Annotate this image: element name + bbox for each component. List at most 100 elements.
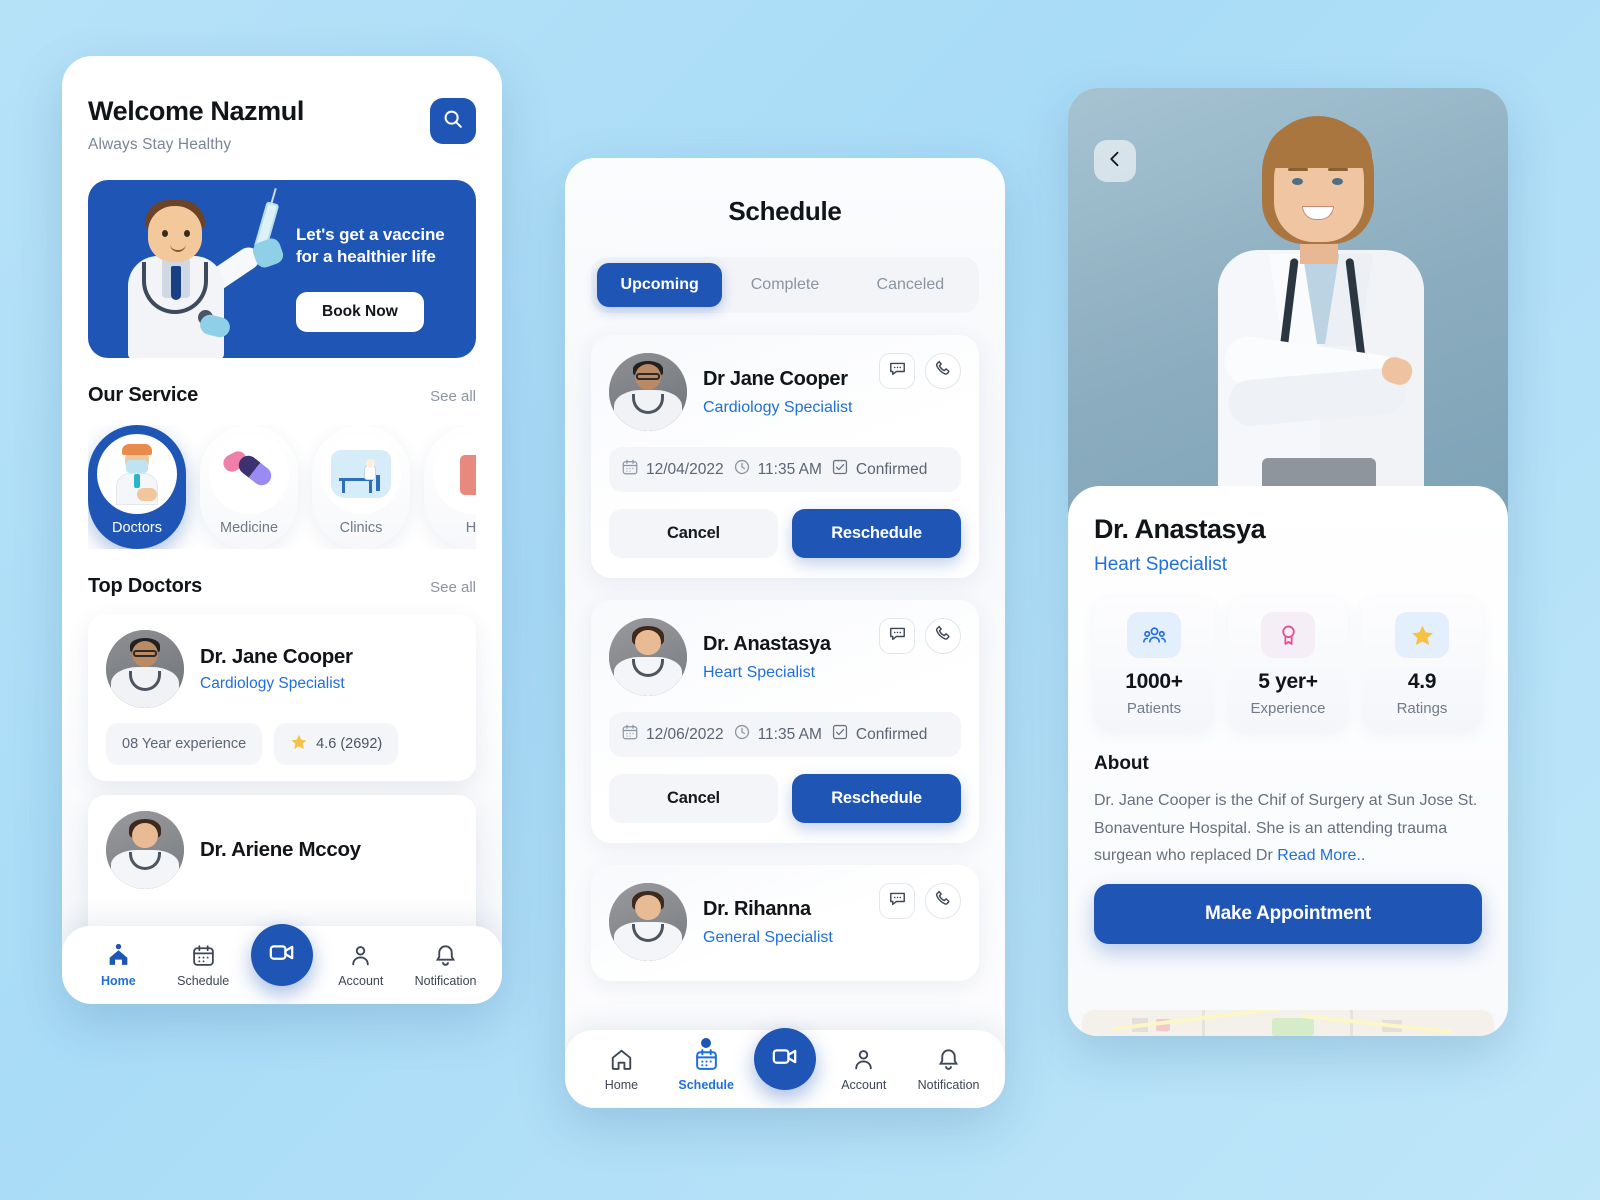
nav-item-notification[interactable]: Notification	[912, 1047, 986, 1092]
bottom-navigation[interactable]: Home Schedule Account Notification	[565, 1028, 1005, 1108]
clock-icon	[733, 723, 751, 746]
appointment-card[interactable]: Dr Jane Cooper Cardiology Specialist 12/…	[591, 335, 979, 578]
home-icon	[106, 943, 131, 969]
phone-icon	[934, 889, 953, 913]
nav-label: Schedule	[177, 973, 230, 988]
doctor-name: Dr. Anastasya	[703, 632, 831, 655]
tab-complete[interactable]: Complete	[722, 263, 847, 307]
schedule-tabs[interactable]: Upcoming Complete Canceled	[591, 257, 979, 313]
appointment-card[interactable]: Dr. Anastasya Heart Specialist 12/06/202…	[591, 600, 979, 843]
doctor-specialty: General Specialist	[703, 928, 833, 946]
profile-sheet: Dr. Anastasya Heart Specialist 1000+ Pat…	[1068, 486, 1508, 1036]
doctor-profile-screen: Dr. Anastasya Heart Specialist 1000+ Pat…	[1068, 88, 1508, 1036]
service-section-title: Our Service	[88, 384, 199, 406]
pills-icon	[209, 434, 289, 514]
nav-item-schedule[interactable]: Schedule	[166, 943, 240, 988]
page-title: Welcome Nazmul	[88, 96, 304, 126]
date-value: 12/06/2022	[646, 725, 724, 743]
service-see-all-link[interactable]: See all	[430, 388, 476, 405]
service-section-header: Our Service See all	[88, 384, 476, 407]
video-call-button[interactable]	[753, 1028, 816, 1090]
reschedule-button[interactable]: Reschedule	[792, 509, 961, 558]
nav-item-home[interactable]: Home	[81, 943, 155, 988]
call-button[interactable]	[925, 618, 961, 654]
message-button[interactable]	[879, 618, 915, 654]
doctor-name: Dr. Ariene Mccoy	[200, 838, 361, 861]
message-button[interactable]	[879, 353, 915, 389]
banner-text: Let's get a vaccine for a healthier life	[296, 225, 445, 267]
nav-item-account[interactable]: Account	[324, 943, 398, 988]
rating-badge: 4.6 (2692)	[274, 723, 399, 765]
nav-item-schedule[interactable]: Schedule	[669, 1037, 743, 1092]
people-icon	[1127, 612, 1181, 658]
doctor-card[interactable]: Dr. Jane Cooper Cardiology Specialist 08…	[88, 614, 476, 781]
tab-upcoming[interactable]: Upcoming	[597, 263, 723, 307]
tab-canceled[interactable]: Canceled	[848, 263, 973, 307]
service-item-clinics[interactable]: Clinics	[312, 425, 410, 549]
avatar	[106, 811, 184, 889]
vaccine-banner[interactable]: Let's get a vaccine for a healthier life…	[88, 180, 476, 358]
bell-icon	[936, 1047, 961, 1073]
mockup-stage: Welcome Nazmul Always Stay Healthy Let's…	[0, 0, 1600, 1200]
nav-item-home[interactable]: Home	[584, 1047, 658, 1092]
nav-label: Notification	[917, 1077, 980, 1092]
nav-label: Account	[841, 1077, 887, 1092]
doctor-syringe-illustration	[102, 188, 292, 358]
status-badge: Confirmed	[855, 725, 928, 743]
clock-icon	[733, 458, 751, 481]
doctors-section-title: Top Doctors	[88, 575, 203, 597]
nav-label: Schedule	[678, 1077, 734, 1092]
appointment-details: 12/06/2022 11:35 AM Confirmed	[609, 712, 961, 757]
map-preview[interactable]	[1082, 1010, 1494, 1036]
bottom-navigation[interactable]: Home Schedule Account Notification	[62, 924, 502, 1004]
calendar-icon	[191, 943, 216, 969]
call-button[interactable]	[925, 883, 961, 919]
video-call-icon	[268, 939, 295, 971]
star-icon	[290, 733, 308, 755]
stat-value: 5 yer+	[1258, 670, 1318, 693]
appointment-time: 11:35 AM	[733, 458, 822, 481]
doctor-name: Dr Jane Cooper	[703, 367, 848, 390]
doctors-see-all-link[interactable]: See all	[430, 579, 476, 596]
time-value: 11:35 AM	[757, 460, 822, 478]
search-button[interactable]	[430, 98, 476, 144]
service-item-doctors[interactable]: Doctors	[88, 425, 186, 549]
service-item-hospital[interactable]: H.	[424, 425, 476, 549]
hospital-icon	[433, 434, 476, 514]
page-subtitle: Always Stay Healthy	[88, 136, 232, 153]
time-value: 11:35 AM	[757, 725, 822, 743]
search-icon	[442, 108, 464, 135]
doctor-name: Dr. Rihanna	[703, 897, 811, 920]
back-button[interactable]	[1094, 140, 1136, 182]
checkbox-checked-icon	[831, 458, 849, 481]
avatar	[106, 630, 184, 708]
service-label: H.	[465, 520, 476, 536]
service-item-medicine[interactable]: Medicine	[200, 425, 298, 549]
doctor-icon	[97, 434, 177, 514]
nav-item-notification[interactable]: Notification	[409, 943, 483, 988]
female-doctor-illustration	[1166, 108, 1466, 528]
doctor-specialty: Heart Specialist	[703, 663, 816, 681]
nav-item-account[interactable]: Account	[827, 1047, 901, 1092]
active-indicator-dot	[701, 1037, 712, 1048]
book-now-button[interactable]: Book Now	[296, 292, 424, 332]
appointment-details: 12/04/2022 11:35 AM Confirmed	[609, 447, 961, 492]
cancel-button[interactable]: Cancel	[609, 509, 778, 558]
service-list[interactable]: Doctors Medicine Clinics H	[88, 425, 476, 549]
nav-label: Notification	[414, 973, 477, 988]
message-button[interactable]	[879, 883, 915, 919]
video-call-icon	[771, 1043, 798, 1075]
cancel-button[interactable]: Cancel	[609, 774, 778, 823]
user-icon	[348, 943, 373, 969]
experience-badge: 08 Year experience	[106, 723, 263, 765]
appointment-card[interactable]: Dr. Rihanna General Specialist	[591, 865, 979, 981]
stat-value: 4.9	[1407, 670, 1437, 693]
call-button[interactable]	[925, 353, 961, 389]
stat-experience: 5 yer+ Experience	[1228, 598, 1348, 731]
read-more-link[interactable]: Read More..	[1277, 847, 1365, 864]
appointment-date: 12/04/2022	[621, 458, 724, 481]
make-appointment-button[interactable]: Make Appointment	[1094, 883, 1482, 944]
video-call-button[interactable]	[250, 924, 313, 986]
award-badge-icon	[1261, 612, 1315, 658]
reschedule-button[interactable]: Reschedule	[792, 774, 961, 823]
